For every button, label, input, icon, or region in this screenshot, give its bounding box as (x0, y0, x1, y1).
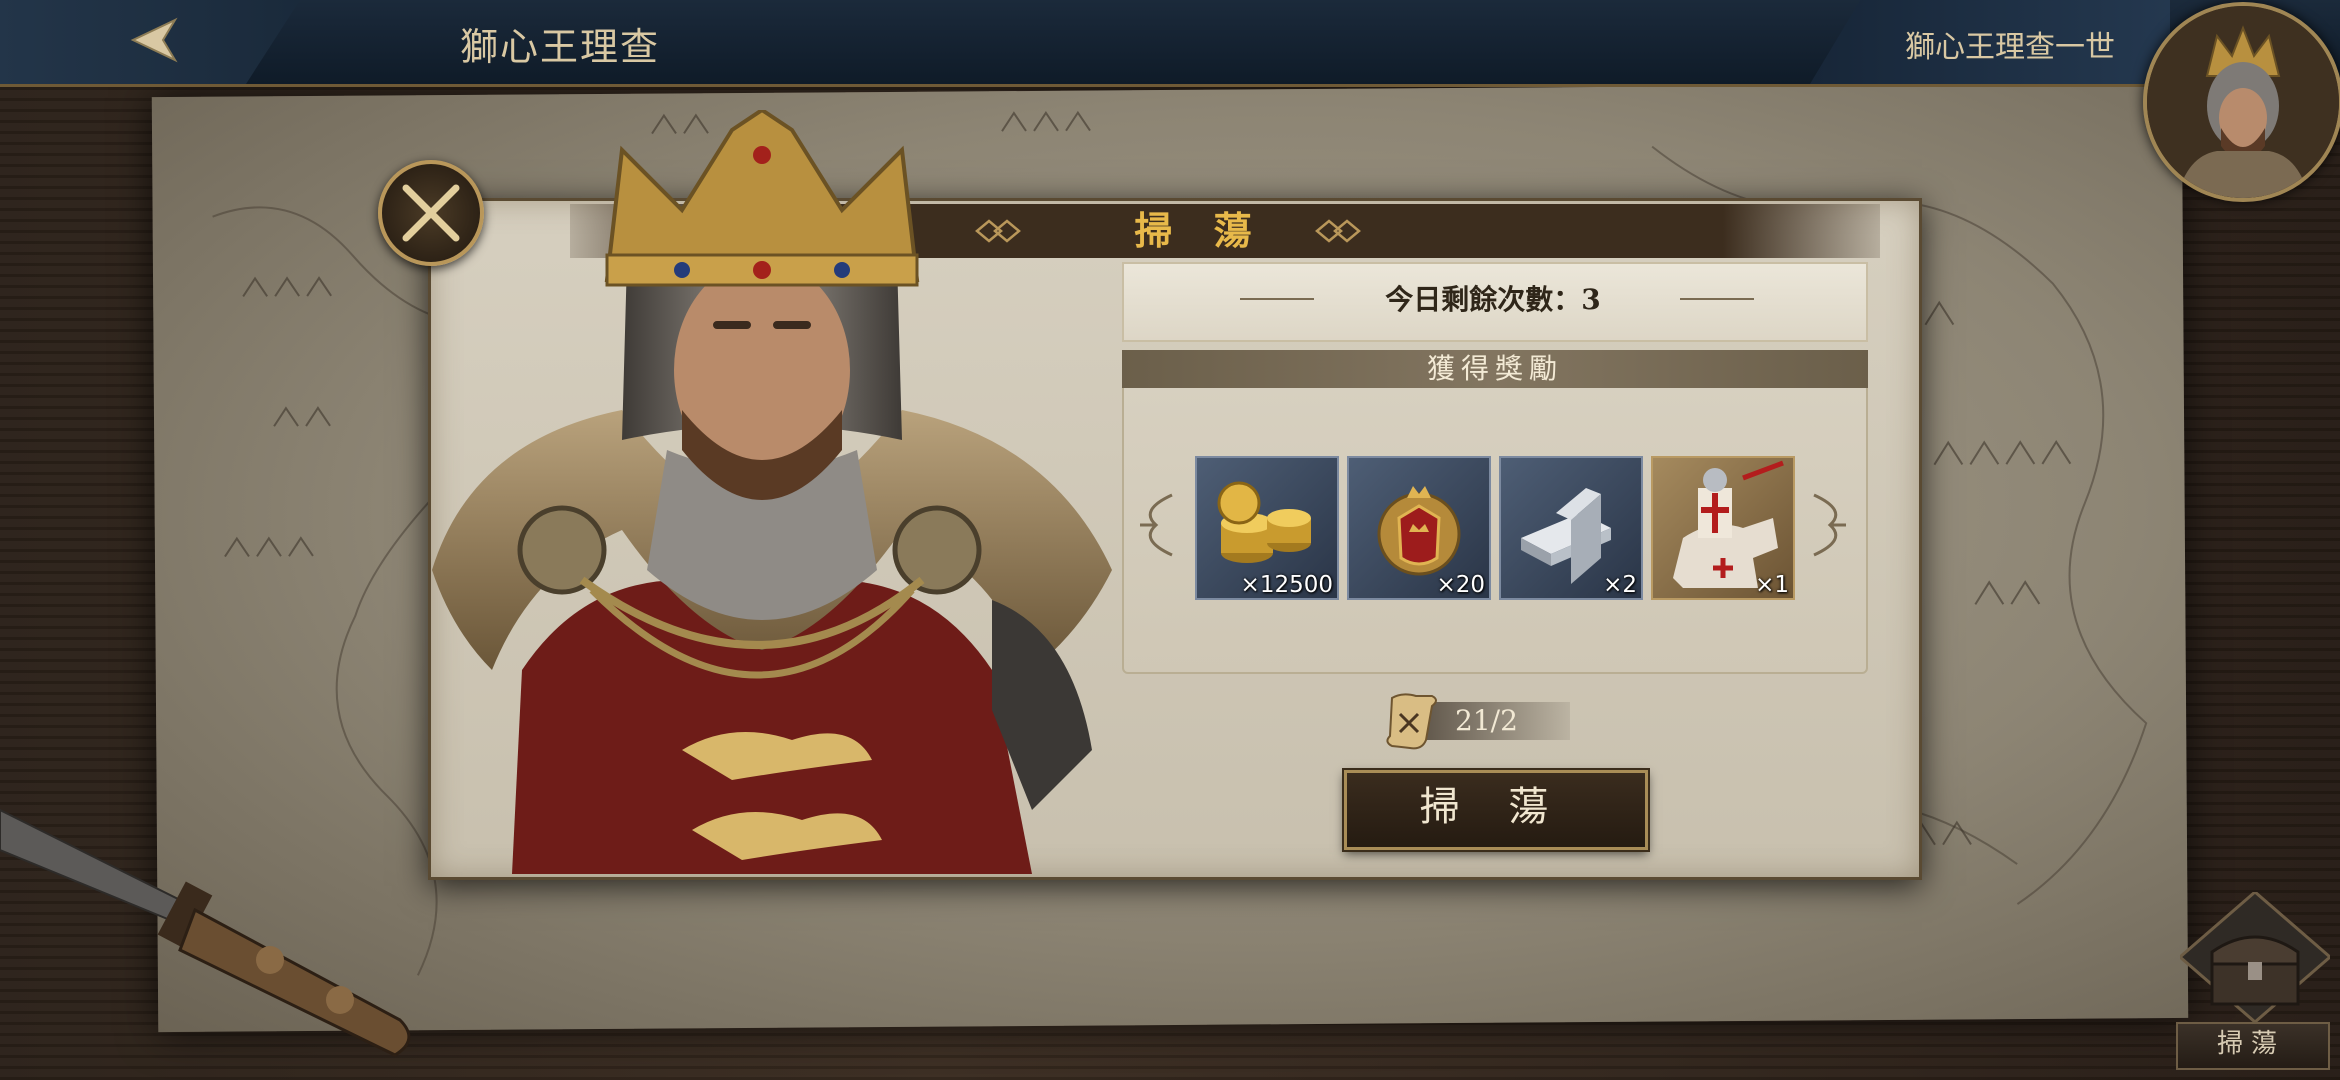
celtic-knot-left-icon (1140, 493, 1173, 557)
ornament-right-icon (1315, 219, 1361, 243)
reward-item-medal[interactable]: ×20 (1347, 456, 1491, 600)
dialog-title: 掃 蕩 (1134, 208, 1266, 253)
reward-count: ×1 (1755, 572, 1789, 598)
dagger-decoration (0, 808, 411, 1057)
celtic-knot-right-icon (1813, 493, 1846, 557)
treasure-chest-icon[interactable] (2180, 892, 2330, 1032)
reward-item-knight[interactable]: ×1 (1651, 456, 1795, 600)
chest-label: 掃蕩 (2216, 1029, 2285, 1059)
king-portrait-icon (2147, 6, 2339, 198)
sweep-scroll-icon (1386, 693, 1437, 750)
sweep-button-label: 掃 蕩 (1419, 784, 1567, 830)
remaining-count-label: 今日剩餘次數：3 (1385, 283, 1601, 316)
close-icon (402, 184, 460, 242)
hero-avatar[interactable] (2143, 2, 2340, 202)
hero-portrait (432, 110, 1112, 874)
reward-count: ×12500 (1240, 572, 1333, 598)
reward-count: ×20 (1436, 572, 1485, 598)
reward-count: ×2 (1603, 572, 1637, 598)
hero-name: 獅心王理查一世 (1905, 30, 2115, 65)
back-arrow-icon (130, 17, 178, 63)
reward-item-silver[interactable]: ×2 (1499, 456, 1643, 600)
close-button[interactable] (378, 160, 484, 266)
sweep-scroll-count: 21/2 (1455, 704, 1518, 737)
reward-item-gold[interactable]: ×12500 (1195, 456, 1339, 600)
stage-title: 獅心王理查 (460, 25, 661, 69)
rewards-title: 獲得獎勵 (1122, 350, 1868, 388)
